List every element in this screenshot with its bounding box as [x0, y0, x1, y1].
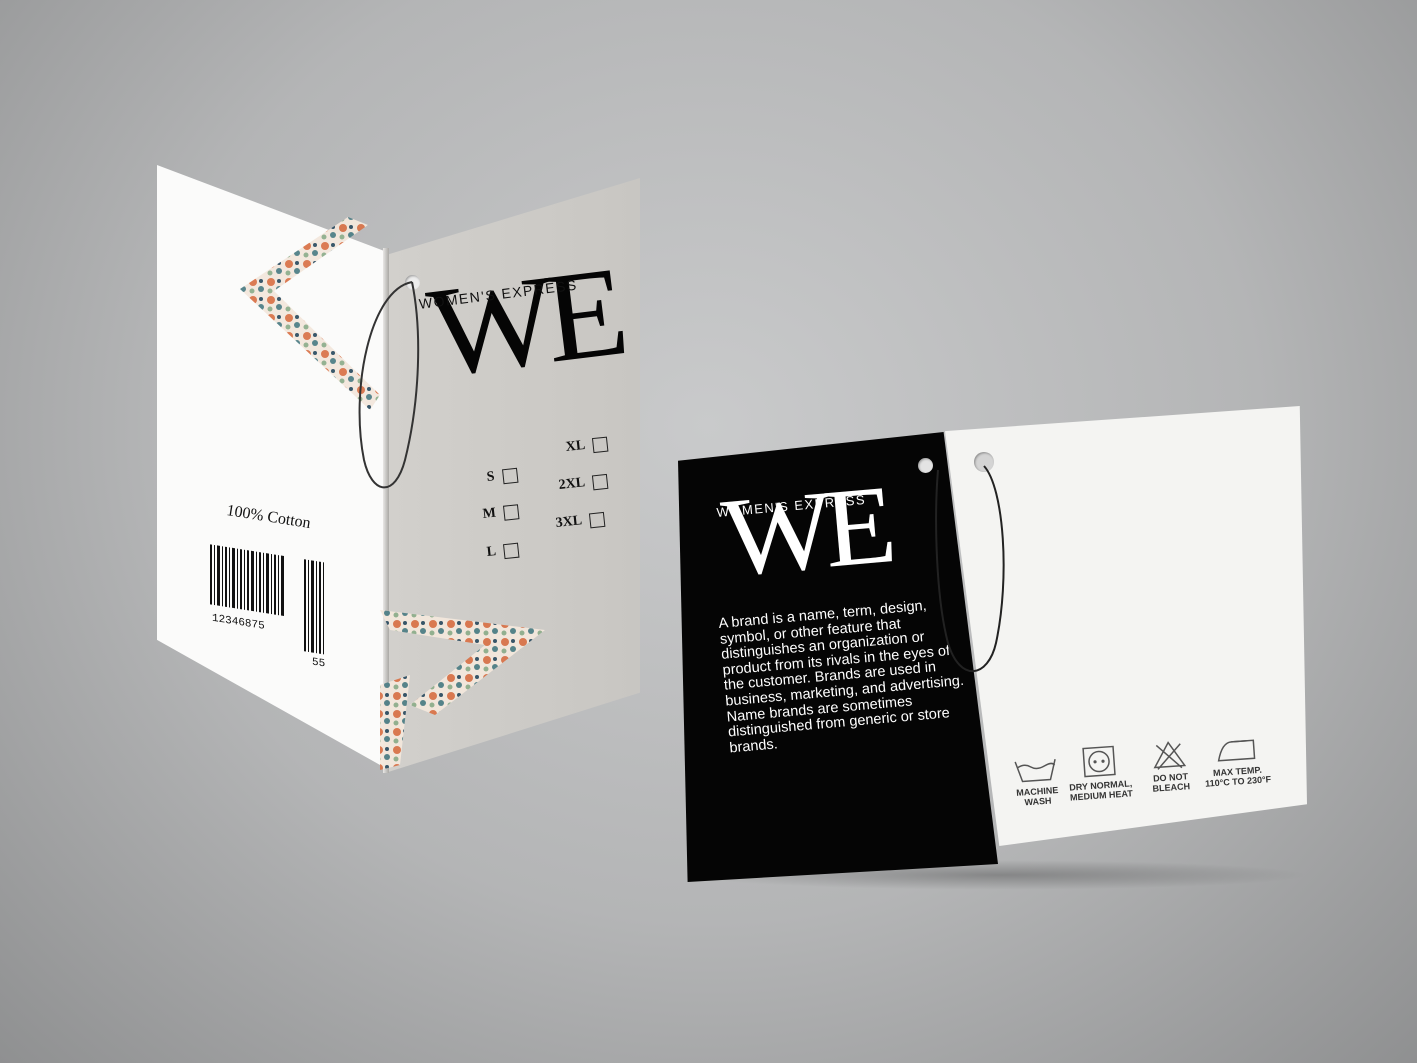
size-label: XL	[565, 437, 586, 455]
size-checkbox[interactable]	[592, 436, 609, 453]
size-checkbox[interactable]	[592, 473, 609, 490]
size-label: 2XL	[558, 475, 586, 493]
string-loop	[935, 465, 1005, 673]
size-label: S	[486, 469, 496, 485]
iron-icon	[1217, 739, 1256, 762]
brand-logo: WE	[717, 462, 892, 601]
care-label: DO NOT BLEACH	[1152, 771, 1191, 794]
care-item-iron: MAX TEMP. 110°C TO 230°F	[1200, 733, 1273, 789]
size-option-s[interactable]: S	[486, 467, 519, 486]
barcode-number: 12346875	[212, 613, 265, 633]
size-label: M	[482, 505, 497, 522]
care-item-tumble-dry: DRY NORMAL, MEDIUM HEAT	[1063, 743, 1137, 803]
brand-logo: WE	[421, 240, 626, 404]
size-checkbox[interactable]	[501, 467, 519, 484]
string-loop	[358, 281, 420, 489]
care-item-do-not-bleach: DO NOT BLEACH	[1133, 737, 1207, 795]
machine-wash-icon	[1014, 758, 1056, 783]
barcode: 12346875 55	[210, 544, 325, 671]
size-checkbox[interactable]	[503, 542, 520, 559]
size-checkbox[interactable]	[589, 511, 606, 528]
size-option-l[interactable]: L	[486, 542, 520, 561]
size-checkbox[interactable]	[503, 503, 520, 521]
size-label: L	[486, 544, 497, 560]
care-item-machine-wash: MACHINE WASH	[1000, 755, 1073, 809]
tumble-dry-icon	[1082, 745, 1116, 778]
do-not-bleach-icon	[1153, 741, 1187, 770]
barcode-suffix: 55	[312, 657, 325, 671]
care-label: MACHINE WASH	[1015, 785, 1059, 808]
size-label: 3XL	[555, 513, 583, 531]
